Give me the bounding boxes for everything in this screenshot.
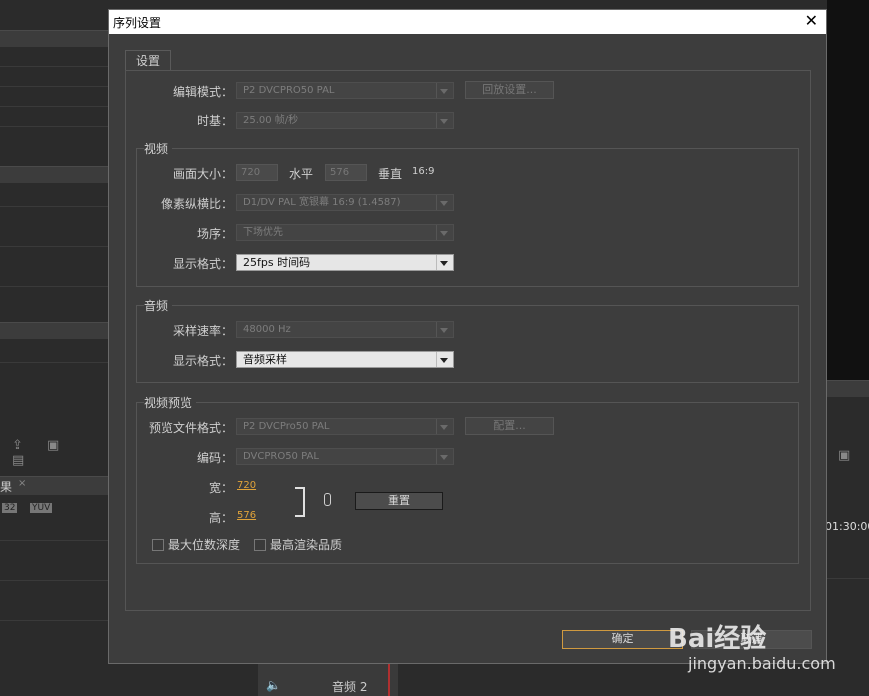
ok-button[interactable]: 确定 — [562, 630, 683, 649]
max-render-quality-checkbox[interactable] — [254, 539, 266, 551]
preview-height-value[interactable]: 576 — [237, 510, 256, 521]
watermark-url: jingyan.baidu.com — [688, 654, 836, 673]
link-bracket — [295, 487, 305, 517]
field-order-label: 场序： — [196, 227, 233, 241]
baidu-logo: Bai经验 — [668, 624, 767, 654]
bg-effects-tab-bar: 果 × — [0, 476, 108, 495]
dialog-title: 序列设置 — [113, 16, 162, 30]
chevron-down-icon — [436, 195, 451, 210]
video-display-format-label: 显示格式： — [172, 257, 233, 271]
audio-display-format-label: 显示格式： — [172, 354, 233, 368]
pixel-aspect-dropdown[interactable]: D1/DV PAL 宽银幕 16:9 (1.4587) — [236, 194, 454, 211]
preview-file-format-label: 预览文件格式： — [148, 421, 233, 435]
bg-track-label: 音频 2 — [332, 680, 368, 694]
chevron-down-icon — [436, 225, 451, 240]
chevron-down-icon — [436, 352, 451, 367]
codec-dropdown[interactable]: DVCPRO50 PAL — [236, 448, 454, 465]
video-group-title: 视频 — [144, 140, 173, 157]
audio-display-format-dropdown[interactable]: 音频采样 — [236, 351, 454, 368]
sample-rate-label: 采样速率： — [172, 324, 233, 338]
chevron-down-icon — [436, 83, 451, 98]
max-render-quality-label: 最高渲染品质 — [270, 538, 343, 552]
playback-settings-button[interactable]: 回放设置... — [465, 81, 554, 99]
sample-rate-dropdown[interactable]: 48000 Hz — [236, 321, 454, 338]
max-bit-depth-label: 最大位数深度 — [168, 538, 241, 552]
audio-group-title: 音频 — [144, 297, 173, 314]
preview-file-format-dropdown[interactable]: P2 DVCPro50 PAL — [236, 418, 454, 435]
dialog-titlebar[interactable]: 序列设置 ✕ — [109, 10, 826, 34]
bg-effects-tab[interactable]: 果 — [0, 478, 12, 495]
codec-label: 编码： — [196, 451, 233, 465]
reset-button[interactable]: 重置 — [355, 492, 443, 510]
timebase-label: 时基： — [196, 114, 233, 128]
preview-width-value[interactable]: 720 — [237, 480, 256, 491]
chevron-down-icon — [436, 419, 451, 434]
chain-link-icon[interactable] — [324, 493, 331, 506]
max-bit-depth-checkbox[interactable] — [152, 539, 164, 551]
aspect-ratio-text: 16:9 — [412, 166, 435, 177]
edit-mode-label: 编辑模式： — [172, 85, 233, 99]
horizontal-label: 水平 — [289, 167, 314, 181]
frame-size-label: 画面大小： — [172, 167, 233, 181]
sequence-settings-dialog: 序列设置 ✕ 设置 编辑模式： P2 DVCPRO50 PAL 回放设置... … — [108, 9, 827, 664]
close-icon[interactable]: ✕ — [805, 11, 818, 30]
chevron-down-icon — [436, 113, 451, 128]
edit-mode-dropdown[interactable]: P2 DVCPRO50 PAL — [236, 82, 454, 99]
bg-monitor-right — [827, 0, 869, 380]
frame-height-field[interactable]: 576 — [325, 164, 367, 181]
pixel-aspect-label: 像素纵横比： — [160, 197, 233, 211]
video-display-format-dropdown[interactable]: 25fps 时间码 — [236, 254, 454, 271]
bg-toolbar-icons[interactable]: ⇪ ▣ ▤ — [12, 438, 104, 468]
bg-tab-close-icon[interactable]: × — [18, 478, 26, 489]
bg-badge-yuv: YUV — [30, 503, 53, 513]
frame-width-field[interactable]: 720 — [236, 164, 278, 181]
bg-timecode: 01:30:00 — [825, 520, 869, 533]
preview-height-label: 高： — [208, 511, 233, 525]
bg-playhead — [388, 664, 390, 696]
bg-panel-header — [0, 30, 108, 47]
bg-badge-32: 32 — [2, 503, 18, 513]
chevron-down-icon — [436, 255, 451, 270]
bg-speaker-icon[interactable]: 🔈 — [266, 678, 281, 692]
vertical-label: 垂直 — [378, 167, 403, 181]
chevron-down-icon — [436, 322, 451, 337]
timebase-dropdown[interactable]: 25.00 帧/秒 — [236, 112, 454, 129]
configure-button[interactable]: 配置... — [465, 417, 554, 435]
bg-icon-right[interactable]: ▣ — [838, 448, 850, 463]
preview-width-label: 宽： — [208, 481, 233, 495]
audio-group — [136, 305, 799, 383]
tab-settings[interactable]: 设置 — [125, 50, 171, 71]
field-order-dropdown[interactable]: 下场优先 — [236, 224, 454, 241]
chevron-down-icon — [436, 449, 451, 464]
video-preview-group-title: 视频预览 — [144, 394, 197, 411]
